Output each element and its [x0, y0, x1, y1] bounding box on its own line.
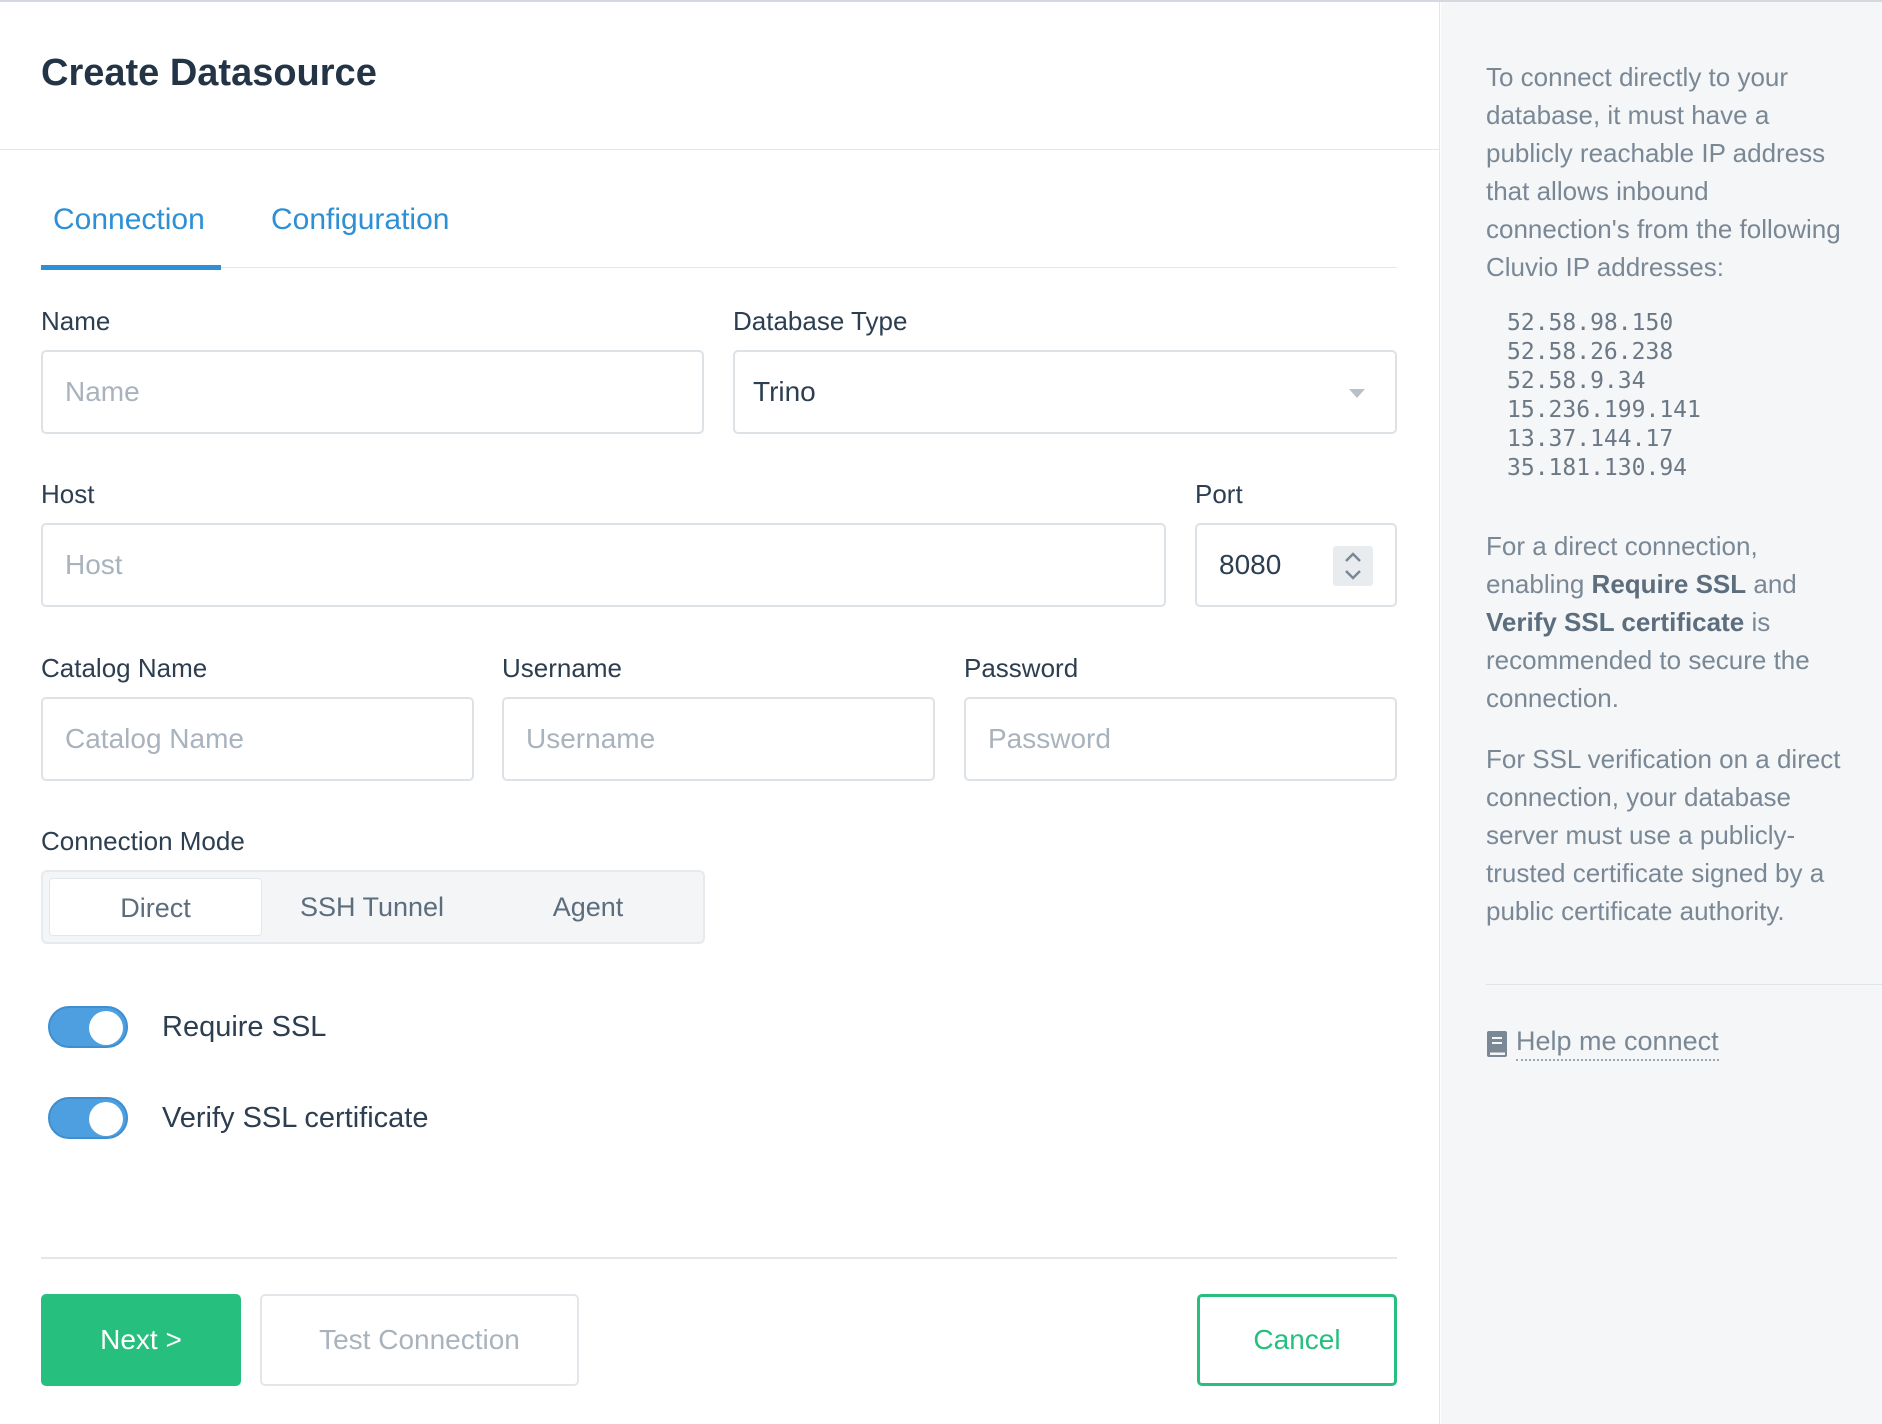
password-label: Password — [964, 653, 1079, 683]
test-connection-button[interactable]: Test Connection — [260, 1294, 579, 1386]
catalog-name-input[interactable] — [41, 697, 474, 781]
connection-mode-selector: Direct SSH Tunnel Agent — [41, 870, 705, 944]
modal-header: Create Datasource — [0, 2, 1440, 150]
verify-ssl-toggle[interactable] — [48, 1097, 128, 1139]
require-ssl-toggle[interactable] — [48, 1006, 128, 1048]
page-title: Create Datasource — [41, 52, 377, 94]
tab-connection[interactable]: Connection — [41, 172, 221, 270]
mode-direct[interactable]: Direct — [49, 878, 262, 936]
help-link-label: Help me connect — [1516, 1026, 1719, 1061]
ip-address: 52.58.98.150 — [1507, 310, 1674, 336]
chevron-down-icon — [1349, 389, 1365, 398]
host-label: Host — [41, 479, 95, 509]
ip-address-list: 52.58.98.150 52.58.26.238 52.58.9.34 15.236… — [1507, 309, 1701, 483]
cancel-button[interactable]: Cancel — [1197, 1294, 1397, 1386]
ip-address: 15.236.199.141 — [1507, 397, 1701, 423]
ip-address: 52.58.26.238 — [1507, 339, 1674, 365]
ssl-recommendation-text: For a direct connection, enabling Requir… — [1486, 531, 1810, 713]
toggle-knob — [89, 1011, 123, 1045]
ip-address: 35.181.130.94 — [1507, 455, 1688, 481]
verify-ssl-emphasis: Verify SSL certificate — [1486, 607, 1745, 637]
book-icon — [1487, 1030, 1507, 1057]
ip-address: 52.58.9.34 — [1507, 368, 1646, 394]
ip-intro-text: To connect directly to your database, it… — [1486, 62, 1841, 282]
toggle-knob — [89, 1102, 123, 1136]
username-label: Username — [502, 653, 622, 683]
port-value: 8080 — [1219, 549, 1282, 580]
next-button[interactable]: Next > — [41, 1294, 241, 1386]
name-input[interactable] — [41, 350, 704, 434]
connection-mode-label: Connection Mode — [41, 826, 245, 856]
stepper-arrows-icon[interactable] — [1333, 546, 1373, 586]
host-input[interactable] — [41, 523, 1166, 607]
help-me-connect-link[interactable]: Help me connect — [1486, 1026, 1719, 1061]
sidebar-divider — [1486, 984, 1882, 985]
catalog-name-label: Catalog Name — [41, 653, 208, 683]
help-sidebar: To connect directly to your database, it… — [1441, 2, 1882, 1424]
database-type-value: Trino — [753, 376, 816, 407]
port-label: Port — [1195, 479, 1243, 509]
database-type-select[interactable]: Trino — [733, 350, 1397, 434]
username-input[interactable] — [502, 697, 935, 781]
password-input[interactable] — [964, 697, 1397, 781]
footer-divider — [41, 1257, 1397, 1259]
ip-address: 13.37.144.17 — [1507, 426, 1674, 452]
require-ssl-label: Require SSL — [162, 1011, 327, 1043]
ssl-verification-text: For SSL verification on a direct connect… — [1486, 744, 1841, 926]
mode-agent[interactable]: Agent — [481, 878, 695, 936]
tab-configuration[interactable]: Configuration — [271, 172, 449, 268]
name-label: Name — [41, 306, 111, 336]
verify-ssl-label: Verify SSL certificate — [162, 1102, 429, 1134]
tab-bar: Connection Configuration — [41, 172, 1397, 270]
require-ssl-emphasis: Require SSL — [1591, 569, 1747, 599]
create-datasource-form: Create Datasource Connection Configurati… — [0, 2, 1440, 1424]
database-type-label: Database Type — [733, 306, 908, 336]
port-input[interactable]: 8080 — [1195, 523, 1397, 607]
mode-ssh-tunnel[interactable]: SSH Tunnel — [265, 878, 479, 936]
